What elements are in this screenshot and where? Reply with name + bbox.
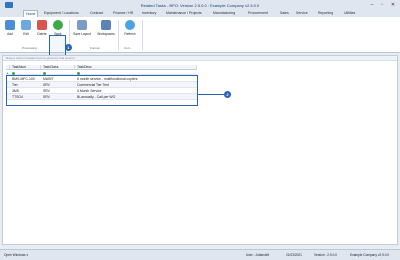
- workspaces-icon: [101, 20, 111, 30]
- status-bar: Open Windows ▾ User : Jubandell 21/03/20…: [0, 249, 400, 260]
- tab-sales[interactable]: Sales: [280, 10, 289, 17]
- tab-finance-hr[interactable]: Finance / HR: [113, 10, 133, 17]
- ribbon-tabs: Home Equipment / Locations Contract Fina…: [0, 10, 400, 17]
- group-format-label: Format: [90, 46, 100, 50]
- delete-icon: [37, 20, 47, 30]
- tab-home[interactable]: Home: [23, 10, 39, 17]
- open-windows-menu[interactable]: Open Windows ▾: [4, 253, 28, 257]
- group-current-label: Curr...: [124, 46, 133, 50]
- refresh-button[interactable]: Refresh: [122, 20, 138, 44]
- edit-icon: [21, 20, 31, 30]
- add-icon: [5, 20, 15, 30]
- grid-rows-highlight: [6, 75, 198, 106]
- refresh-icon: [125, 20, 135, 30]
- back-arrow-icon: [53, 20, 63, 30]
- save-layout-label: Save Layout: [73, 32, 91, 36]
- window-title: Related Tasks - BPO: Version 2.5.0.0 : E…: [140, 3, 260, 8]
- tab-maintenance-projects[interactable]: Maintenance / Projects: [166, 10, 202, 17]
- tab-reporting[interactable]: Reporting: [318, 10, 333, 17]
- ribbon-separator: [118, 20, 119, 50]
- save-layout-button[interactable]: Save Layout: [73, 20, 91, 44]
- refresh-label: Refresh: [124, 32, 136, 36]
- minimize-button[interactable]: –: [368, 2, 376, 8]
- callout-connector-line: [198, 94, 224, 95]
- ribbon-separator: [142, 20, 143, 50]
- status-user: User : Jubandell: [246, 253, 270, 257]
- tab-procurement[interactable]: Procurement: [248, 10, 268, 17]
- tab-contract[interactable]: Contract: [90, 10, 103, 17]
- tab-inventory[interactable]: Inventory: [142, 10, 156, 17]
- tab-equipment-locations[interactable]: Equipment / Locations: [44, 10, 79, 17]
- title-bar: Related Tasks - BPO: Version 2.5.0.0 : E…: [0, 0, 400, 10]
- close-button[interactable]: ✕: [389, 2, 397, 8]
- status-company: Example Company v2.5.0.0: [350, 253, 390, 257]
- group-processing-label: Processing: [22, 46, 37, 50]
- tab-manufacturing[interactable]: Manufacturing: [213, 10, 235, 17]
- tab-utilities[interactable]: Utilities: [344, 10, 355, 17]
- callout-marker-2: 2: [224, 91, 231, 98]
- app-window: Related Tasks - BPO: Version 2.5.0.0 : E…: [0, 0, 400, 260]
- group-by-drop-zone[interactable]: Drag a column header here to group by th…: [3, 56, 397, 61]
- callout-marker-1: 1: [65, 44, 72, 51]
- maximize-button[interactable]: ▫: [378, 2, 386, 8]
- workspaces-button[interactable]: Workspaces: [97, 20, 115, 44]
- status-date: 21/03/2021: [286, 253, 302, 257]
- ribbon: Add Edit Delete Back Processing Save Lay…: [0, 17, 400, 59]
- save-layout-icon: [77, 20, 87, 30]
- workspaces-label: Workspaces: [97, 32, 115, 36]
- status-version: Version : 2.5.0.0: [314, 253, 338, 257]
- tab-service[interactable]: Service: [296, 10, 308, 17]
- related-tasks-panel: Drag a column header here to group by th…: [2, 55, 398, 245]
